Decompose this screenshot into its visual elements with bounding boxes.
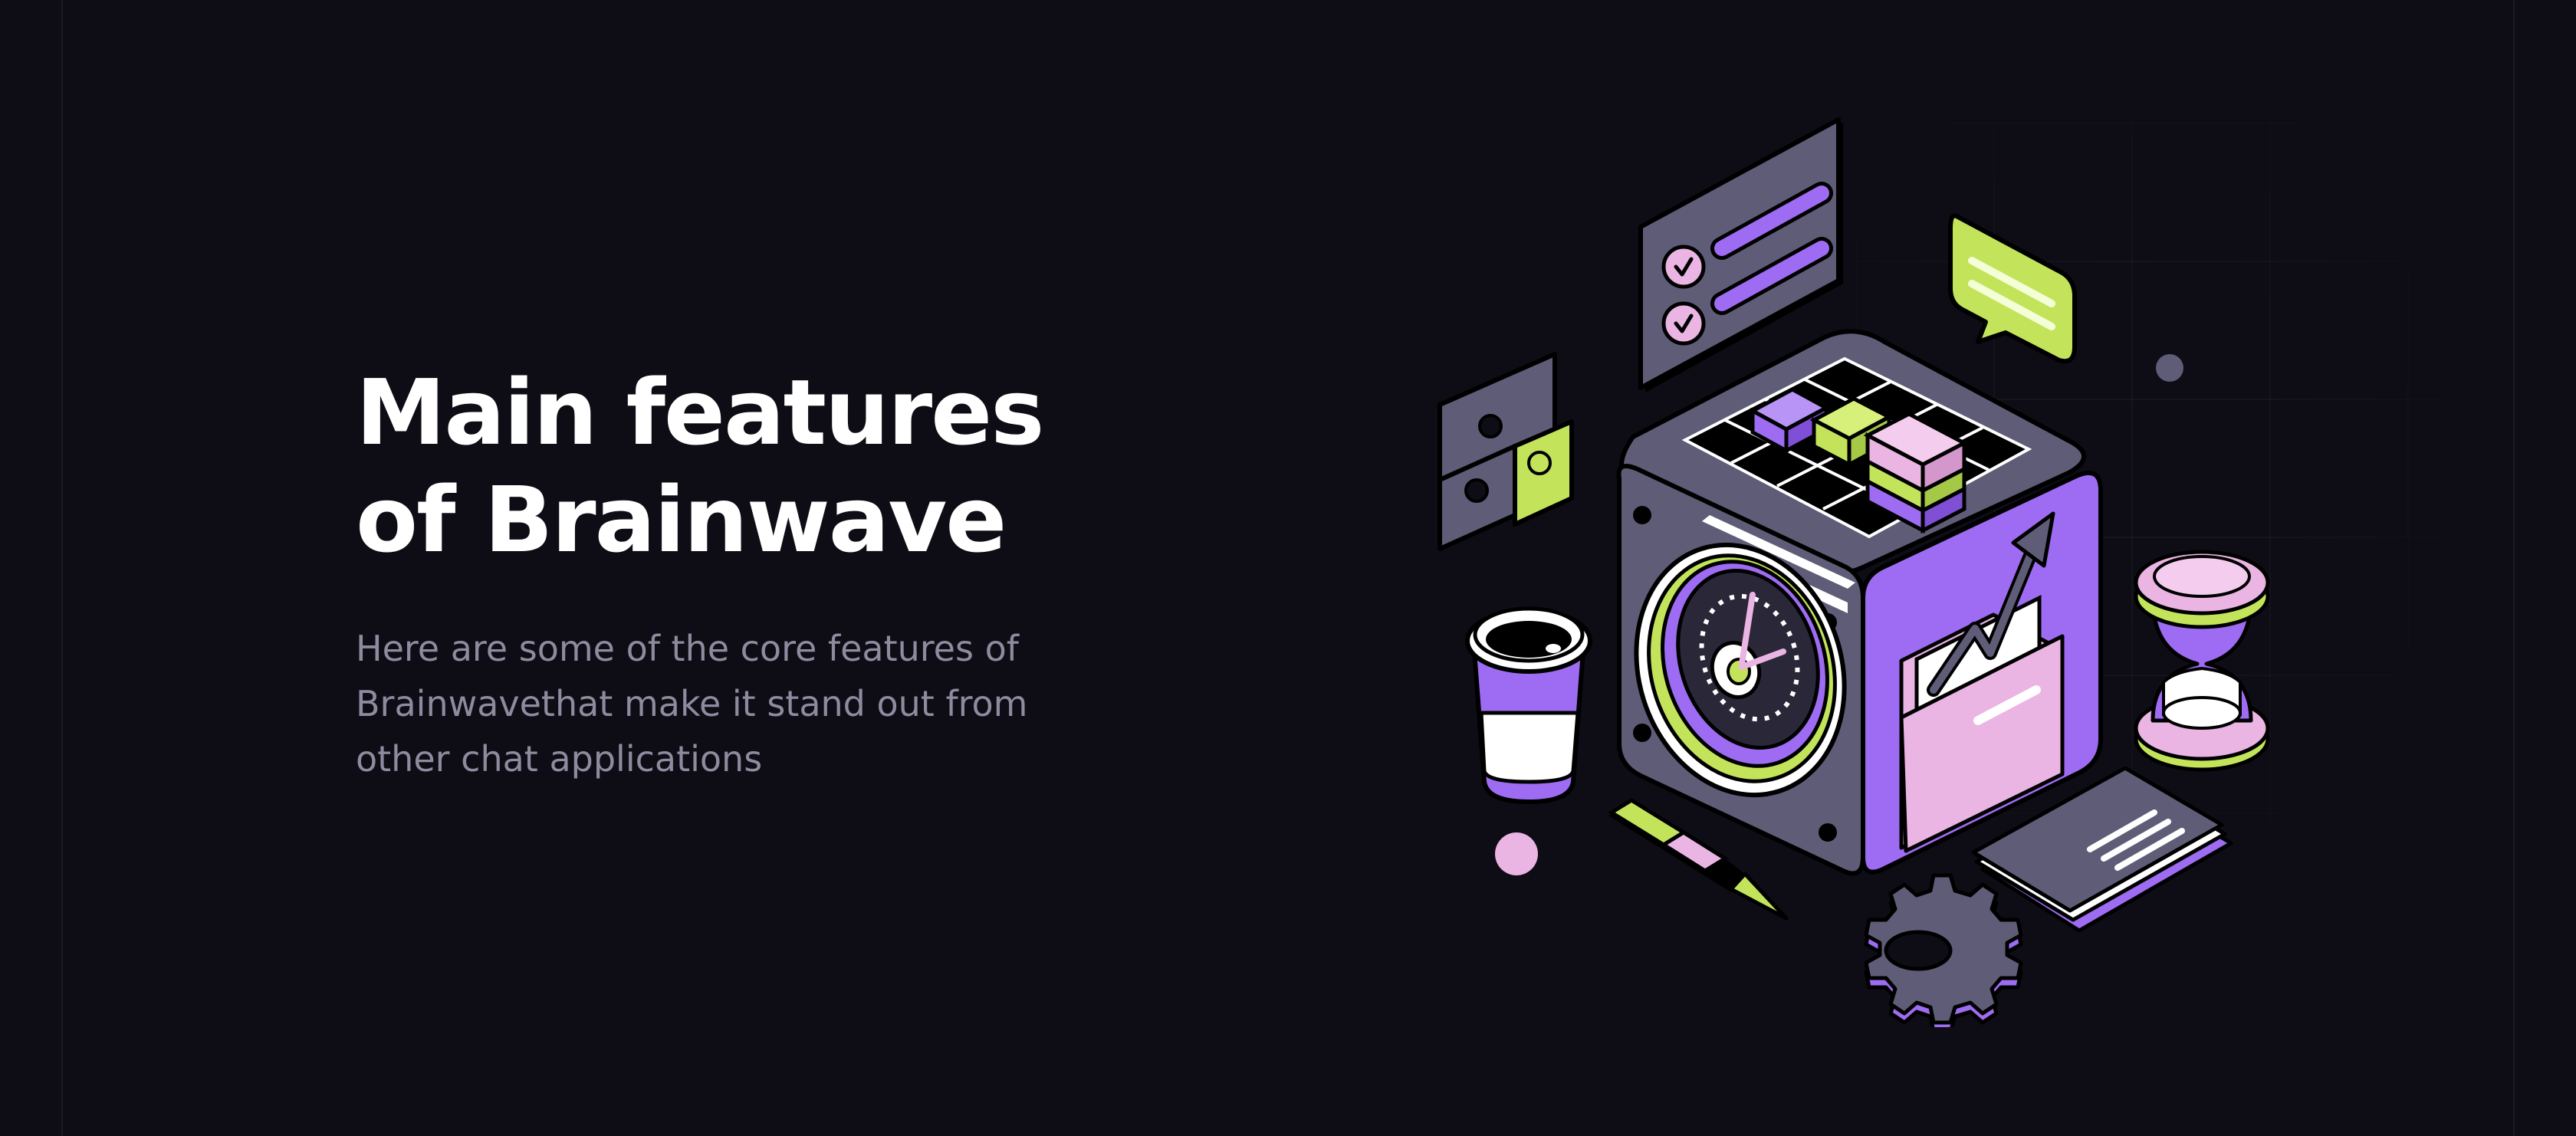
gear-icon xyxy=(1864,873,2023,1027)
features-illustration xyxy=(1411,107,2285,1027)
section-description-line-2: Brainwavethat make it stand out from xyxy=(356,683,1028,724)
section-description: Here are some of the core features of Br… xyxy=(356,621,1107,786)
chat-bubble-icon xyxy=(1948,213,2077,364)
left-frame-line xyxy=(61,0,63,1136)
section-description-line-1: Here are some of the core features of xyxy=(356,628,1019,669)
section-title-line-1: Main features xyxy=(356,360,1044,465)
isometric-illustration xyxy=(1438,117,2270,1027)
decorative-dot-slate xyxy=(2156,354,2183,382)
puzzle-icon xyxy=(1438,352,1574,551)
hourglass-icon xyxy=(2134,550,2270,772)
section-title-line-2: of Brainwave xyxy=(356,467,1007,573)
features-intro: Main features of Brainwave Here are some… xyxy=(356,359,1107,786)
section-title: Main features of Brainwave xyxy=(356,359,1107,573)
decorative-dot-pink xyxy=(1495,832,1538,875)
feature-cube-icon xyxy=(1616,329,2103,876)
coffee-cup-icon xyxy=(1465,606,1592,804)
features-section: Main features of Brainwave Here are some… xyxy=(0,0,2576,1136)
section-description-line-3: other chat applications xyxy=(356,738,763,780)
